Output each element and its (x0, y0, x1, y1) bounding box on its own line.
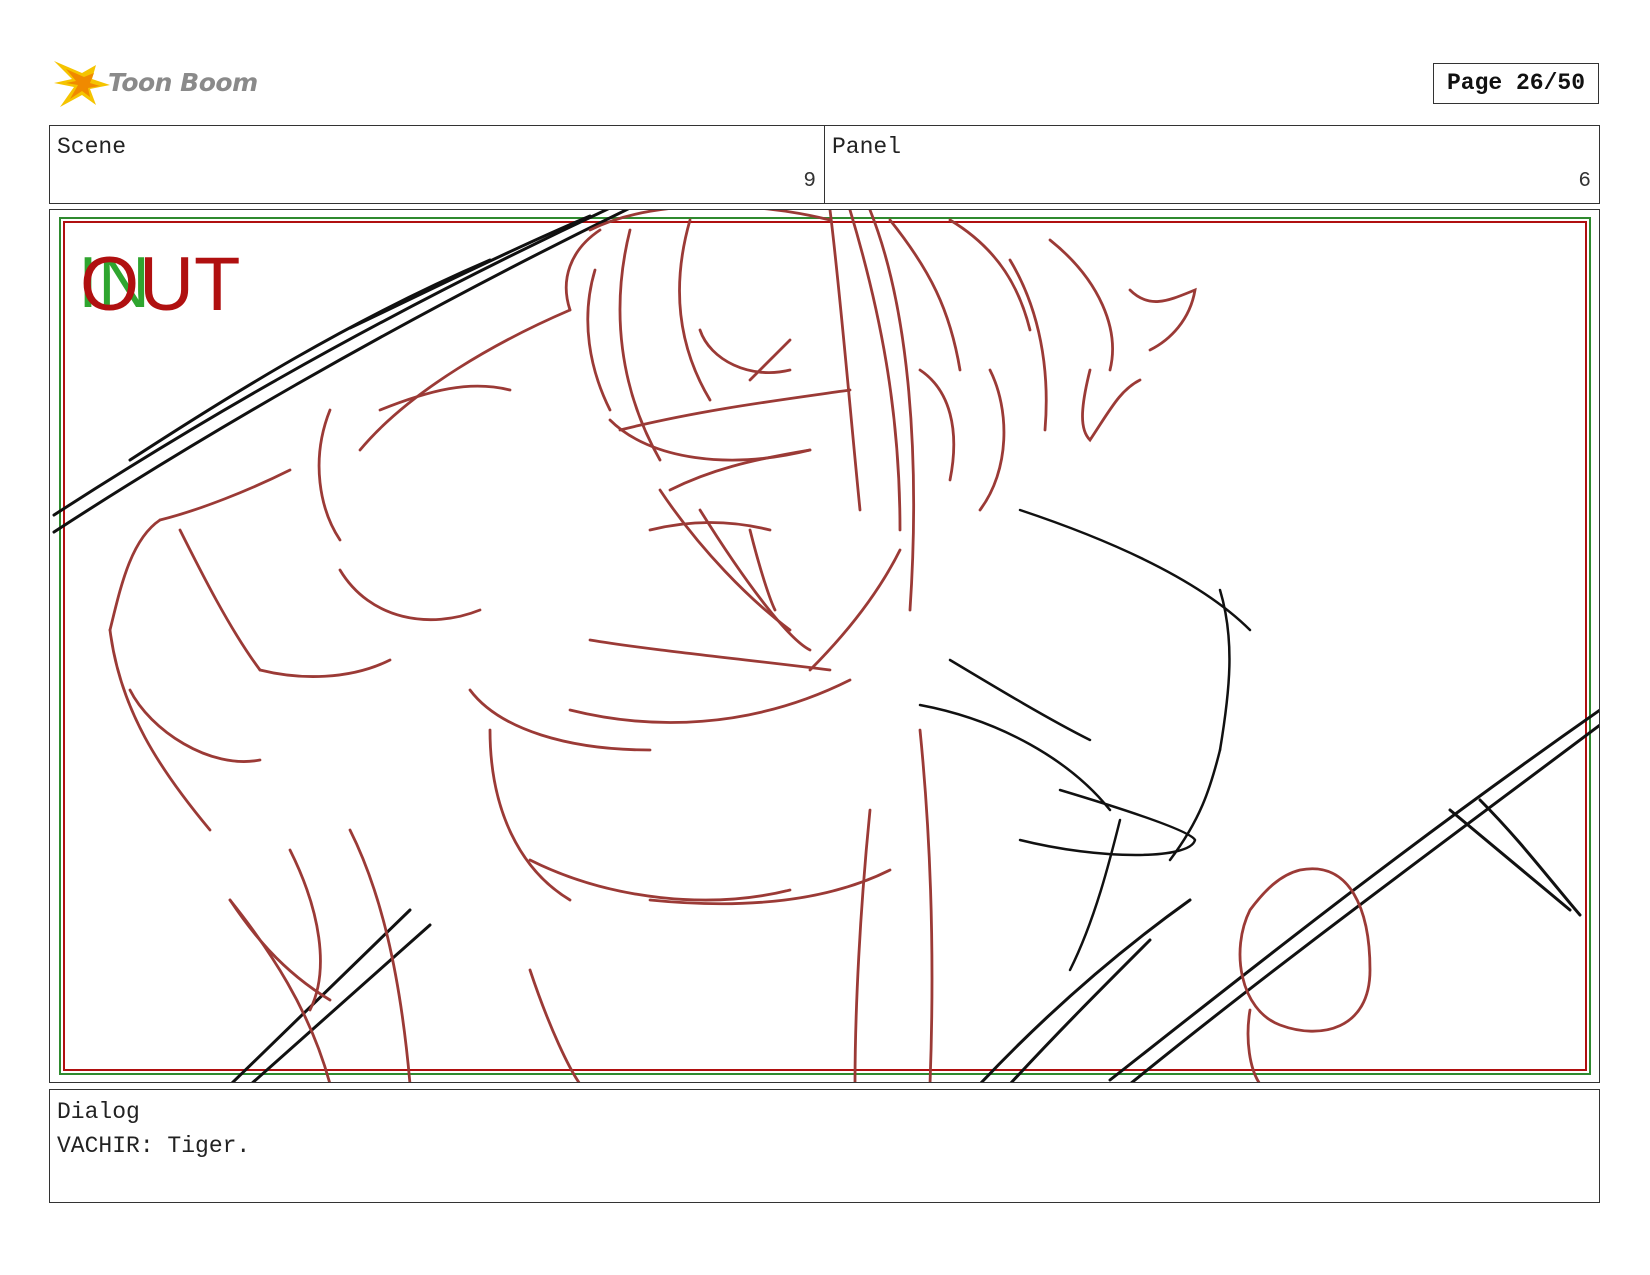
logo-text: Toon Boom (108, 68, 258, 97)
camera-frame-green (59, 217, 1591, 1075)
storyboard-panel: IN OUT (49, 209, 1600, 1083)
starburst-icon (54, 61, 110, 107)
scene-label: Scene (57, 134, 127, 160)
character-sketch (108, 210, 1372, 1082)
panel-label: Panel (832, 134, 902, 160)
dialog-box: Dialog VACHIR: Tiger. (49, 1089, 1600, 1203)
panel-sketch: IN OUT (52, 210, 1599, 1082)
toon-boom-logo: Toon Boom (52, 55, 262, 110)
background-figure (918, 508, 1252, 972)
page-number: Page 26/50 (1433, 63, 1599, 104)
panel-number: 6 (1578, 170, 1591, 193)
scene-number: 9 (803, 170, 816, 193)
scene-panel-info: Scene 9 Panel 6 (49, 125, 1600, 204)
out-marker: OUT (80, 242, 240, 327)
dialog-label: Dialog (57, 1099, 140, 1125)
scene-cell: Scene 9 (50, 126, 824, 203)
dialog-text: VACHIR: Tiger. (57, 1133, 251, 1159)
camera-frame-red (63, 221, 1587, 1071)
panel-cell: Panel 6 (824, 126, 1599, 203)
